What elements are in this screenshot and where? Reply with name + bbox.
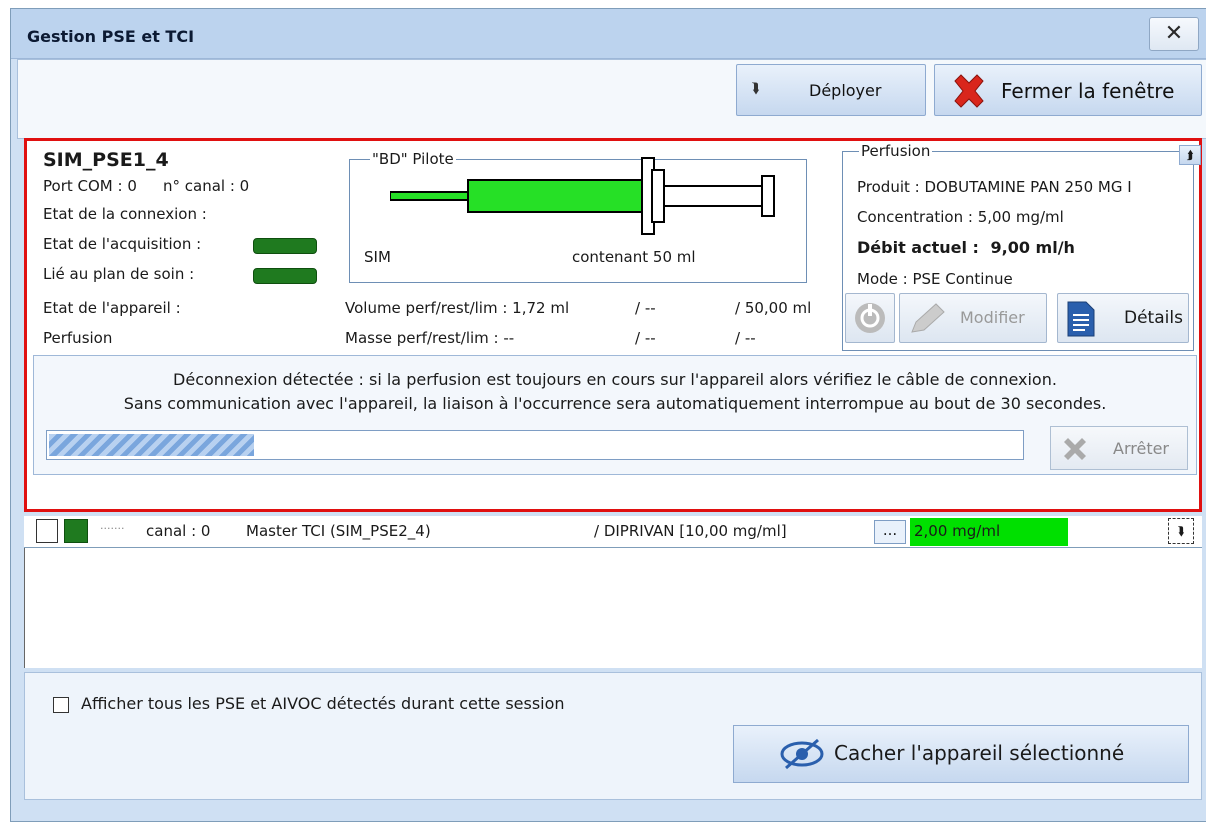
row-device-name: Master TCI (SIM_PSE2_4) <box>246 522 431 540</box>
hide-device-label: Cacher l'appareil sélectionné <box>834 741 1125 765</box>
acquisition-state-label: Etat de l'acquisition : <box>43 235 202 253</box>
stop-label: Arrêter <box>1113 439 1170 458</box>
device-name: SIM_PSE1_4 <box>43 149 169 171</box>
deploy-label: Déployer <box>809 81 882 100</box>
row-product: / DIPRIVAN [10,00 mg/ml] <box>594 522 787 540</box>
modify-button[interactable]: Modifier <box>899 293 1047 343</box>
canal-number: n° canal : 0 <box>163 177 250 195</box>
syringe-icon <box>390 157 775 235</box>
syringe-capacity: contenant 50 ml <box>572 248 696 266</box>
port-com: Port COM : 0 <box>43 177 137 195</box>
window-title: Gestion PSE et TCI <box>27 27 195 46</box>
timeout-progress-bar <box>46 430 1024 460</box>
collapse-button[interactable]: ⮭ <box>1179 145 1201 165</box>
power-button[interactable] <box>845 293 895 343</box>
care-plan-led <box>253 268 317 284</box>
progress-fill <box>49 434 254 456</box>
deploy-button[interactable]: ⮯ Déployer <box>736 64 926 116</box>
volume-label: Volume perf/rest/lim : 1,72 ml <box>345 299 570 317</box>
disconnection-message-box: Déconnexion détectée : si la perfusion e… <box>33 355 1197 475</box>
acquisition-led <box>253 238 317 254</box>
row-status-led <box>64 519 88 543</box>
bottom-panel: Afficher tous les PSE et AIVOC détectés … <box>24 672 1202 800</box>
close-window-button[interactable]: Fermer la fenêtre <box>934 64 1202 116</box>
volume-rest: / -- <box>635 299 656 317</box>
red-x-icon <box>949 71 989 115</box>
message-line-1: Déconnexion détectée : si la perfusion e… <box>173 370 1057 389</box>
mode-text: Mode : PSE Continue <box>857 270 1013 288</box>
show-all-label: Afficher tous les PSE et AIVOC détectés … <box>81 694 565 713</box>
row-canal: canal : 0 <box>146 522 211 540</box>
modify-label: Modifier <box>960 308 1025 327</box>
message-line-2: Sans communication avec l'appareil, la l… <box>123 394 1107 413</box>
mass-label: Masse perf/rest/lim : -- <box>345 329 515 347</box>
concentration-text: Concentration : 5,00 mg/ml <box>857 208 1064 226</box>
care-plan-label: Lié au plan de soin : <box>43 265 195 283</box>
title-bar: Gestion PSE et TCI ✕ <box>11 9 1206 59</box>
product-text: Produit : DOBUTAMINE PAN 250 MG I <box>857 178 1132 196</box>
rate-value: 9,00 ml/h <box>990 238 1075 257</box>
close-window-x-button[interactable]: ✕ <box>1149 17 1199 51</box>
row-more-button[interactable]: ... <box>874 520 906 544</box>
row-dots: ······· <box>100 522 125 535</box>
connexion-state-label: Etat de la connexion : <box>43 205 207 223</box>
power-icon <box>855 303 885 333</box>
perfusion-label: Perfusion <box>43 329 113 347</box>
rate-label: Débit actuel : <box>857 238 979 257</box>
device-list-area <box>24 548 1202 668</box>
row-value: 2,00 mg/ml <box>910 518 1068 546</box>
device-state-label: Etat de l'appareil : <box>43 299 181 317</box>
mass-rest: / -- <box>635 329 656 347</box>
stop-button[interactable]: Arrêter <box>1050 426 1188 470</box>
details-label: Détails <box>1124 308 1183 328</box>
close-window-label: Fermer la fenêtre <box>1001 79 1175 103</box>
device-panel[interactable]: SIM_PSE1_4 Port COM : 0 n° canal : 0 Eta… <box>24 138 1202 512</box>
mass-limit: / -- <box>735 329 756 347</box>
device-list-row[interactable]: ······· canal : 0 Master TCI (SIM_PSE2_4… <box>24 516 1202 548</box>
current-rate: Débit actuel : 9,00 ml/h <box>857 238 1193 257</box>
document-icon <box>1067 301 1095 337</box>
row-expand-button[interactable]: ⮯ <box>1168 518 1194 544</box>
show-all-checkbox[interactable] <box>53 697 69 713</box>
syringe-brand: SIM <box>364 248 391 266</box>
volume-limit: / 50,00 ml <box>735 299 812 317</box>
details-button[interactable]: Détails <box>1057 293 1189 343</box>
eye-slash-icon <box>780 738 824 770</box>
pencil-icon <box>911 303 945 333</box>
hide-device-button[interactable]: Cacher l'appareil sélectionné <box>733 725 1189 783</box>
top-toolbar: ⮯ Déployer Fermer la fenêtre <box>17 59 1206 139</box>
gray-x-icon <box>1064 438 1086 460</box>
double-chevron-down-icon: ⮯ <box>751 81 760 97</box>
syringe-group: "BD" Pilote SIM contenant 50 ml <box>349 150 807 283</box>
perfusion-legend: Perfusion <box>859 142 933 160</box>
row-checkbox[interactable] <box>36 519 58 543</box>
